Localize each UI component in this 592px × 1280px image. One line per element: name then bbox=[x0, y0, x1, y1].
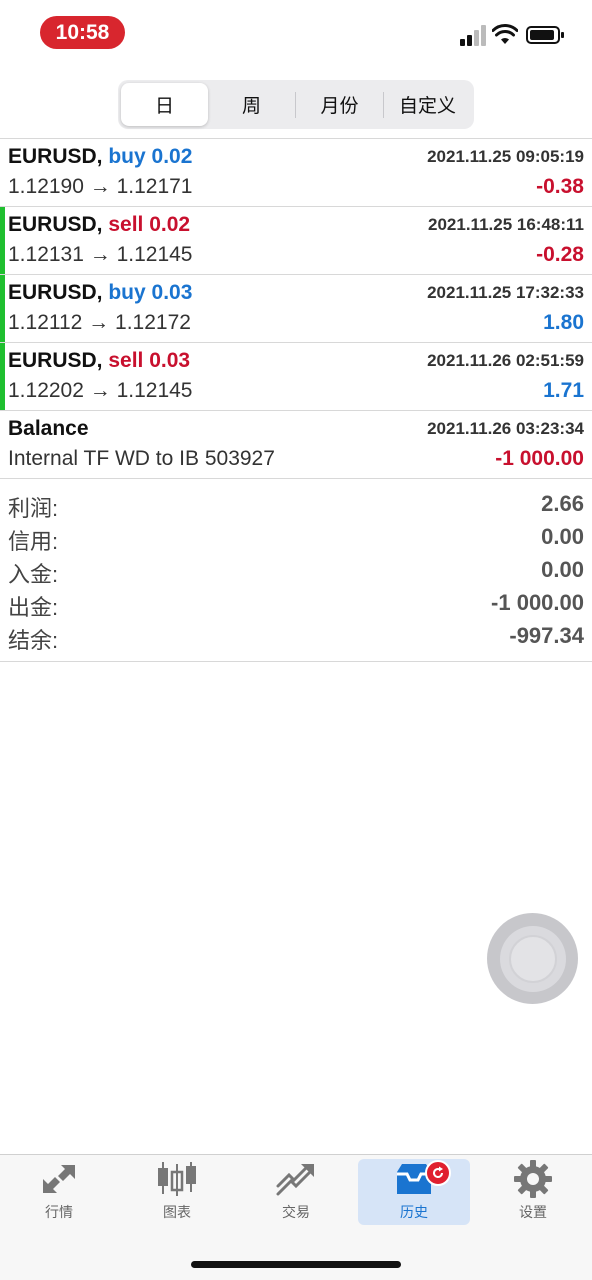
tab-label: 行情 bbox=[45, 1204, 73, 1220]
summary-label: 信用: bbox=[8, 529, 59, 554]
gear-icon bbox=[511, 1159, 555, 1199]
deal-profit: -0.28 bbox=[536, 243, 584, 266]
deal-row[interactable]: EURUSD, buy 0.02 2021.11.25 09:05:19 1.1… bbox=[0, 139, 592, 207]
deal-marker bbox=[0, 343, 5, 410]
deal-title: EURUSD, buy 0.03 bbox=[8, 281, 192, 305]
summary-label: 入金: bbox=[8, 562, 59, 587]
assistive-touch-center bbox=[508, 934, 557, 983]
refresh-badge-icon bbox=[425, 1160, 451, 1186]
status-bar: 10:58 bbox=[0, 0, 592, 64]
deal-title: EURUSD, sell 0.03 bbox=[8, 349, 190, 373]
summary-label: 出金: bbox=[8, 595, 59, 620]
summary-deposit: 入金: 0.00 bbox=[0, 554, 592, 587]
summary-value: 2.66 bbox=[541, 491, 584, 516]
deal-row[interactable]: EURUSD, sell 0.03 2021.11.26 02:51:59 1.… bbox=[0, 343, 592, 411]
deal-side: buy bbox=[108, 145, 146, 168]
balance-time: 2021.11.26 03:23:34 bbox=[427, 419, 584, 438]
history-list: EURUSD, buy 0.02 2021.11.25 09:05:19 1.1… bbox=[0, 138, 592, 479]
tab-custom[interactable]: 自定义 bbox=[384, 83, 471, 126]
trade-trend-icon bbox=[274, 1159, 318, 1199]
deal-volume: 0.03 bbox=[151, 281, 193, 304]
candlestick-icon bbox=[155, 1159, 199, 1199]
cellular-signal-icon bbox=[460, 24, 488, 46]
deal-symbol: EURUSD, bbox=[8, 213, 103, 236]
deal-profit: 1.71 bbox=[543, 379, 584, 402]
balance-row[interactable]: Balance 2021.11.26 03:23:34 Internal TF … bbox=[0, 411, 592, 479]
summary-credit: 信用: 0.00 bbox=[0, 521, 592, 554]
deal-volume: 0.03 bbox=[149, 349, 191, 372]
deal-prices: 1.12202 → 1.12145 bbox=[8, 379, 193, 402]
deal-prices: 1.12131 → 1.12145 bbox=[8, 243, 193, 266]
deal-time: 2021.11.25 09:05:19 bbox=[427, 147, 584, 166]
quotes-arrows-icon bbox=[37, 1159, 81, 1199]
deal-marker bbox=[0, 275, 5, 342]
tab-label: 设置 bbox=[519, 1204, 547, 1220]
home-indicator bbox=[191, 1261, 401, 1268]
deal-profit: -0.38 bbox=[536, 175, 584, 198]
deal-time: 2021.11.25 17:32:33 bbox=[427, 283, 584, 302]
tab-label: 图表 bbox=[163, 1204, 191, 1220]
summary-label: 结余: bbox=[8, 628, 59, 653]
summary-value: -1 000.00 bbox=[491, 590, 584, 615]
deal-row[interactable]: EURUSD, sell 0.02 2021.11.25 16:48:11 1.… bbox=[0, 207, 592, 275]
deal-title: EURUSD, sell 0.02 bbox=[8, 213, 190, 237]
wifi-icon bbox=[492, 24, 518, 44]
deal-side: buy bbox=[108, 281, 146, 304]
deal-symbol: EURUSD, bbox=[8, 145, 103, 168]
summary-value: 0.00 bbox=[541, 524, 584, 549]
deal-symbol: EURUSD, bbox=[8, 281, 103, 304]
summary-withdrawal: 出金: -1 000.00 bbox=[0, 587, 592, 620]
battery-icon bbox=[526, 26, 564, 44]
deal-symbol: EURUSD, bbox=[8, 349, 103, 372]
assistive-touch-ring bbox=[499, 925, 566, 992]
tab-history[interactable]: 历史 bbox=[358, 1159, 470, 1225]
tab-trade[interactable]: 交易 bbox=[240, 1159, 352, 1225]
tab-month[interactable]: 月份 bbox=[296, 83, 383, 126]
summary-value: 0.00 bbox=[541, 557, 584, 582]
tab-charts[interactable]: 图表 bbox=[121, 1159, 233, 1225]
deal-prices: 1.12112 → 1.12172 bbox=[8, 311, 191, 334]
deal-prices: 1.12190 → 1.12171 bbox=[8, 175, 193, 198]
tab-day[interactable]: 日 bbox=[121, 83, 208, 126]
tab-settings[interactable]: 设置 bbox=[477, 1159, 589, 1225]
deal-marker bbox=[0, 207, 5, 274]
tab-week[interactable]: 周 bbox=[208, 83, 295, 126]
deal-volume: 0.02 bbox=[149, 213, 191, 236]
summary-profit: 利润: 2.66 bbox=[0, 488, 592, 521]
assistive-touch-button[interactable] bbox=[487, 913, 578, 1004]
balance-amount: -1 000.00 bbox=[495, 447, 584, 470]
summary-balance: 结余: -997.34 bbox=[0, 620, 592, 653]
deal-row[interactable]: EURUSD, buy 0.03 2021.11.25 17:32:33 1.1… bbox=[0, 275, 592, 343]
deal-time: 2021.11.26 02:51:59 bbox=[427, 351, 584, 370]
period-segmented-control: 日 周 月份 自定义 bbox=[118, 80, 474, 129]
history-summary: 利润: 2.66 信用: 0.00 入金: 0.00 出金: -1 000.00… bbox=[0, 480, 592, 662]
tab-quotes[interactable]: 行情 bbox=[3, 1159, 115, 1225]
deal-title: EURUSD, buy 0.02 bbox=[8, 145, 192, 169]
screen: 10:58 日 周 月份 自定义 EURUSD, buy 0.02 2021.1… bbox=[0, 0, 592, 1280]
summary-value: -997.34 bbox=[509, 623, 584, 648]
status-time: 10:58 bbox=[40, 16, 125, 49]
deal-time: 2021.11.25 16:48:11 bbox=[428, 215, 584, 234]
summary-label: 利润: bbox=[8, 496, 59, 521]
tab-label: 历史 bbox=[400, 1204, 428, 1220]
deal-side: sell bbox=[108, 349, 144, 372]
balance-comment: Internal TF WD to IB 503927 bbox=[8, 447, 275, 470]
tab-label: 交易 bbox=[282, 1204, 310, 1220]
deal-side: sell bbox=[108, 213, 144, 236]
deal-volume: 0.02 bbox=[151, 145, 193, 168]
balance-title: Balance bbox=[8, 417, 89, 440]
deal-profit: 1.80 bbox=[543, 311, 584, 334]
